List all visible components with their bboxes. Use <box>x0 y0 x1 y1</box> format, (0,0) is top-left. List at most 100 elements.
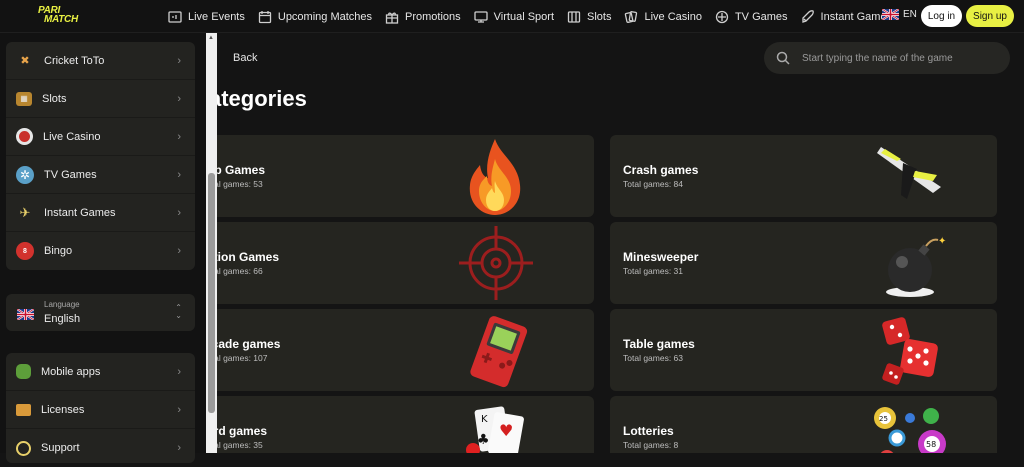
language-caption: Language <box>44 300 80 309</box>
nav-label: Live Events <box>188 10 245 23</box>
tv-wheel-icon: ✲ <box>16 165 34 184</box>
language-value: English <box>44 313 81 325</box>
sidebar-item-slots[interactable]: ▦ Slots › <box>6 80 195 118</box>
cards-icon <box>625 10 638 23</box>
nav-live-events[interactable]: Live Events <box>168 10 245 24</box>
folder-icon <box>16 403 31 416</box>
bomb-icon: ✦ <box>886 236 946 297</box>
slot-machine-icon: ▦ <box>16 91 32 106</box>
language-select[interactable]: Language English ⌃ ⌄ <box>6 294 195 331</box>
search-icon <box>776 51 790 65</box>
sidebar-scrollbar[interactable]: ▲ <box>206 33 217 453</box>
sidebar-item-cricket-toto[interactable]: ✖ Cricket ToTo › <box>6 42 195 80</box>
sidebar-item-label: Bingo <box>44 245 73 257</box>
chevron-right-icon: › <box>177 245 181 257</box>
sidebar-item-label: Licenses <box>41 403 85 416</box>
category-count: Total games: 31 <box>623 266 684 276</box>
category-count: otal games: 66 <box>217 266 263 276</box>
chevron-right-icon: › <box>177 168 181 181</box>
sidebar-item-instant-games[interactable]: ✈ Instant Games › <box>6 194 195 232</box>
virtual-sport-icon <box>474 10 488 23</box>
slots-icon <box>567 10 581 23</box>
sidebar-bottom-menu: Mobile apps › Licenses › Support › <box>6 353 195 463</box>
login-button[interactable]: Log in <box>921 5 962 27</box>
category-card-crash-games[interactable]: Crash games Total games: 84 <box>610 135 997 217</box>
bingo-ball-icon: 8 <box>16 242 34 260</box>
sidebar-item-label: Live Casino <box>43 130 101 143</box>
playing-cards-icon: K ♥ ♣ <box>466 406 524 453</box>
nav-upcoming-matches[interactable]: Upcoming Matches <box>258 10 372 24</box>
chevron-right-icon: › <box>177 206 181 219</box>
nav-slots[interactable]: Slots <box>567 10 611 24</box>
svg-text:♥: ♥ <box>499 421 513 440</box>
main-content: Back Start typing the name of the game a… <box>217 33 1024 453</box>
nav-instant-games[interactable]: Instant Games <box>801 9 892 24</box>
nav-promotions[interactable]: Promotions <box>385 10 461 24</box>
search-input[interactable]: Start typing the name of the game <box>764 42 1010 74</box>
sidebar-item-tv-games[interactable]: ✲ TV Games › <box>6 156 195 194</box>
category-title: rcade games <box>217 337 281 351</box>
chevron-right-icon: › <box>177 130 181 143</box>
category-title: op Games <box>217 163 266 177</box>
parimatch-logo[interactable]: PARI MATCH <box>38 6 94 26</box>
back-link[interactable]: Back <box>233 52 257 64</box>
language-switcher[interactable]: EN <box>882 9 917 20</box>
svg-text:♣: ♣ <box>477 432 490 448</box>
main-nav: Live Events Upcoming Matches Promotions … <box>168 0 905 33</box>
category-card-minesweeper[interactable]: Minesweeper Total games: 31 ✦ <box>610 222 997 304</box>
live-events-icon <box>168 10 182 23</box>
updown-chevron-icon: ⌃ ⌄ <box>175 303 182 320</box>
android-icon <box>16 364 31 379</box>
category-card-action-games[interactable]: ction Games otal games: 66 <box>217 222 594 304</box>
language-code: EN <box>903 9 917 20</box>
category-count: otal games: 35 <box>217 440 263 450</box>
category-card-lotteries[interactable]: Lotteries Total games: 8 25 58 <box>610 396 997 453</box>
scrollbar-thumb[interactable] <box>208 173 215 413</box>
headset-icon <box>16 440 31 456</box>
category-title: ction Games <box>217 250 280 264</box>
sidebar-menu: ✖ Cricket ToTo › ▦ Slots › Live Casino ›… <box>6 42 195 270</box>
sidebar-item-label: Instant Games <box>44 206 116 219</box>
signup-button[interactable]: Sign up <box>966 5 1014 27</box>
nav-label: Upcoming Matches <box>277 10 373 23</box>
nav-live-casino[interactable]: Live Casino <box>624 10 702 24</box>
nav-virtual-sport[interactable]: Virtual Sport <box>474 10 554 24</box>
category-card-table-games[interactable]: Table games Total games: 63 <box>610 309 997 391</box>
category-title: Crash games <box>623 163 699 177</box>
gameboy-icon <box>470 316 528 388</box>
category-count: Total games: 8 <box>623 440 679 450</box>
cricket-icon: ✖ <box>20 55 30 67</box>
category-title: Minesweeper <box>623 250 699 264</box>
sidebar-item-live-casino[interactable]: Live Casino › <box>6 118 195 156</box>
category-card-top-games[interactable]: op Games otal games: 53 <box>217 135 594 217</box>
category-count: Total games: 84 <box>623 179 684 189</box>
sidebar-item-support[interactable]: Support › <box>6 429 195 467</box>
sidebar-item-licenses[interactable]: Licenses › <box>6 391 195 429</box>
svg-text:K: K <box>481 414 488 425</box>
category-count: Total games: 63 <box>623 353 684 363</box>
nav-label: Slots <box>587 10 612 23</box>
sidebar-item-label: Cricket ToTo <box>44 54 105 67</box>
plane-icon: ✈ <box>19 204 31 220</box>
uk-flag-icon <box>882 9 899 20</box>
chevron-right-icon: › <box>177 403 181 416</box>
category-card-card-games[interactable]: ard games otal games: 35 K ♥ ♣ <box>217 396 594 453</box>
dice-icon <box>882 317 938 385</box>
scroll-up-arrow-icon[interactable]: ▲ <box>208 35 214 41</box>
category-count: otal games: 107 <box>217 353 268 363</box>
sidebar-item-bingo[interactable]: 8 Bingo › <box>6 232 195 270</box>
sidebar-item-mobile-apps[interactable]: Mobile apps › <box>6 353 195 391</box>
chevron-right-icon: › <box>177 365 181 378</box>
category-title: ard games <box>217 424 268 438</box>
nav-label: Promotions <box>405 10 461 23</box>
logo-text-2: MATCH <box>44 14 78 25</box>
lottery-balls-icon: 25 58 <box>874 407 946 453</box>
lottery-ball-number: 25 <box>879 415 888 423</box>
category-card-arcade-games[interactable]: rcade games otal games: 107 <box>217 309 594 391</box>
nav-tv-games[interactable]: TV Games <box>715 10 788 24</box>
page-title: ategories <box>217 86 307 111</box>
chevron-right-icon: › <box>177 442 181 454</box>
sidebar-item-label: Mobile apps <box>41 365 101 378</box>
top-bar: PARI MATCH Live Events Upcoming Matches … <box>0 0 1024 33</box>
calendar-icon <box>258 10 272 23</box>
